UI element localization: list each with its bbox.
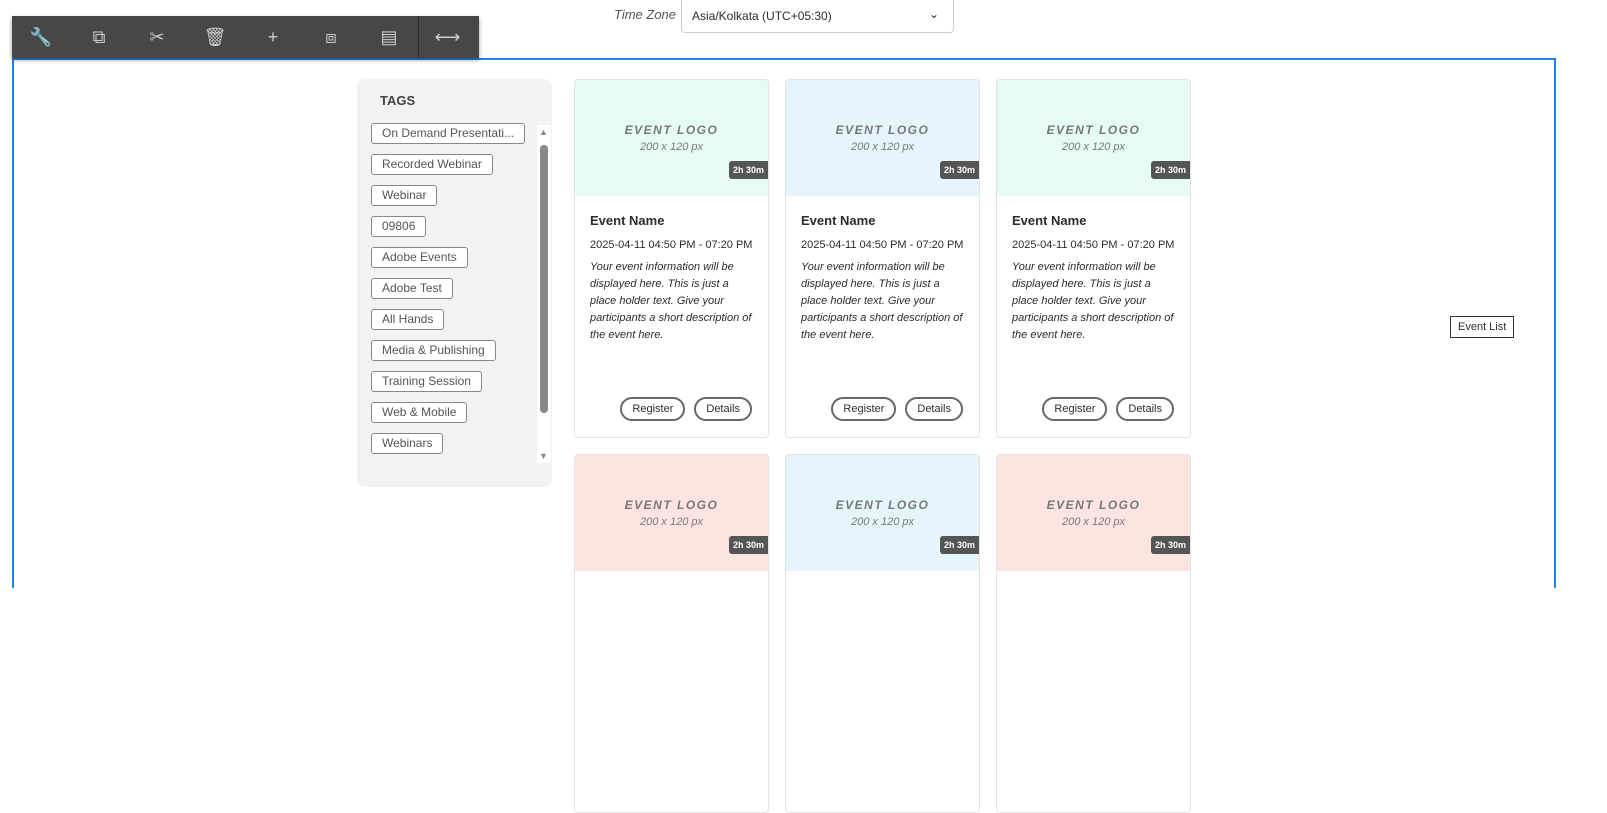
duration-badge: 2h 30m xyxy=(939,536,979,554)
event-card: EVENT LOGO 200 x 120 px 2h 30m Event Name 20… xyxy=(996,79,1191,438)
event-date: 2025-04-11 04:50 PM - 07:20 PM xyxy=(590,239,753,251)
tag-chip[interactable]: Media & Publishing xyxy=(371,340,496,361)
logo-size: 200 x 120 px xyxy=(851,516,914,528)
duration-badge: 2h 30m xyxy=(1150,536,1190,554)
event-card: EVENT LOGO 200 x 120 px 2h 30m xyxy=(574,454,769,813)
component-toolbar: 🔧 ⧉ ✂ 🗑 + ⧈ ▤ ⟷ xyxy=(12,16,479,58)
table-button[interactable]: ▤ xyxy=(360,16,418,58)
duration-badge: 2h 30m xyxy=(1150,161,1190,179)
event-logo-placeholder: EVENT LOGO 200 x 120 px 2h 30m xyxy=(575,80,768,196)
duration-badge: 2h 30m xyxy=(939,161,979,179)
logo-size: 200 x 120 px xyxy=(851,141,914,153)
event-logo-placeholder: EVENT LOGO 200 x 120 px 2h 30m xyxy=(786,455,979,571)
event-description: Your event information will be displayed… xyxy=(801,261,963,341)
chevron-down-icon: ⌄ xyxy=(928,7,939,21)
event-list-component-frame xyxy=(12,58,1556,588)
scissors-button[interactable]: ✂ xyxy=(128,16,186,58)
plus-icon: + xyxy=(267,26,279,47)
event-name: Event Name xyxy=(590,213,665,228)
trash-icon: 🗑 xyxy=(203,26,227,47)
tag-chip[interactable]: On Demand Presentati... xyxy=(371,123,526,144)
event-date: 2025-04-11 04:50 PM - 07:20 PM xyxy=(801,239,964,251)
logo-title: EVENT LOGO xyxy=(1046,498,1141,512)
logo-size: 200 x 120 px xyxy=(1062,141,1125,153)
timezone-value: Asia/Kolkata (UTC+05:30) xyxy=(692,9,832,23)
register-button[interactable]: Register xyxy=(831,397,897,421)
tag-chip[interactable]: Training Session xyxy=(371,371,482,392)
tags-title: TAGS xyxy=(380,93,416,108)
details-button[interactable]: Details xyxy=(694,397,752,421)
logo-title: EVENT LOGO xyxy=(624,498,719,512)
details-button[interactable]: Details xyxy=(905,397,963,421)
logo-title: EVENT LOGO xyxy=(835,498,930,512)
tags-panel: TAGS On Demand Presentati... Recorded Web… xyxy=(357,79,552,487)
tag-chip[interactable]: Webinars xyxy=(371,433,444,454)
timezone-select[interactable]: Asia/Kolkata (UTC+05:30) ⌄ xyxy=(681,0,954,33)
event-card: EVENT LOGO 200 x 120 px 2h 30m xyxy=(996,454,1191,813)
tag-list: On Demand Presentati... Recorded Webinar W… xyxy=(371,123,526,464)
event-card: EVENT LOGO 200 x 120 px 2h 30m Event Name 20… xyxy=(574,79,769,438)
tag-chip[interactable]: Recorded Webinar xyxy=(371,154,493,175)
frame-icon: ⧈ xyxy=(325,26,337,47)
logo-title: EVENT LOGO xyxy=(1046,123,1141,137)
logo-size: 200 x 120 px xyxy=(1062,516,1125,528)
table-icon: ▤ xyxy=(380,26,398,47)
scrollbar-thumb[interactable] xyxy=(540,145,548,413)
scissors-icon: ✂ xyxy=(149,26,165,47)
wrench-icon: 🔧 xyxy=(29,26,53,47)
resize-horizontal-button[interactable]: ⟷ xyxy=(418,16,476,58)
logo-size: 200 x 120 px xyxy=(640,141,703,153)
logo-title: EVENT LOGO xyxy=(624,123,719,137)
event-card: EVENT LOGO 200 x 120 px 2h 30m Event Name 20… xyxy=(785,79,980,438)
frame-button[interactable]: ⧈ xyxy=(302,16,360,58)
tag-chip[interactable]: Adobe Events xyxy=(371,247,468,268)
event-date: 2025-04-11 04:50 PM - 07:20 PM xyxy=(1012,239,1175,251)
wrench-button[interactable]: 🔧 xyxy=(12,16,70,58)
register-button[interactable]: Register xyxy=(1042,397,1108,421)
component-label: Event List xyxy=(1450,316,1515,338)
plus-button[interactable]: + xyxy=(244,16,302,58)
logo-title: EVENT LOGO xyxy=(835,123,930,137)
tag-chip[interactable]: Webinar xyxy=(371,185,438,206)
register-button[interactable]: Register xyxy=(620,397,686,421)
logo-size: 200 x 120 px xyxy=(640,516,703,528)
timezone-label: Time Zone xyxy=(614,7,677,22)
resize-horizontal-icon: ⟷ xyxy=(434,26,461,47)
duration-badge: 2h 30m xyxy=(728,161,768,179)
tag-chip[interactable]: Web & Mobile xyxy=(371,402,468,423)
tag-chip[interactable]: Adobe Test xyxy=(371,278,453,299)
scroll-up-icon[interactable]: ▲ xyxy=(539,127,548,137)
event-name: Event Name xyxy=(1012,213,1087,228)
details-button[interactable]: Details xyxy=(1116,397,1174,421)
event-logo-placeholder: EVENT LOGO 200 x 120 px 2h 30m xyxy=(997,80,1190,196)
event-logo-placeholder: EVENT LOGO 200 x 120 px 2h 30m xyxy=(997,455,1190,571)
event-description: Your event information will be displayed… xyxy=(1012,261,1174,341)
event-description: Your event information will be displayed… xyxy=(590,261,752,341)
trash-button[interactable]: 🗑 xyxy=(186,16,244,58)
tags-scrollbar[interactable]: ▲ ▼ xyxy=(537,125,551,463)
copy-button[interactable]: ⧉ xyxy=(70,16,128,58)
event-logo-placeholder: EVENT LOGO 200 x 120 px 2h 30m xyxy=(575,455,768,571)
event-logo-placeholder: EVENT LOGO 200 x 120 px 2h 30m xyxy=(786,80,979,196)
event-name: Event Name xyxy=(801,213,876,228)
duration-badge: 2h 30m xyxy=(728,536,768,554)
copy-icon: ⧉ xyxy=(92,26,106,47)
scroll-down-icon[interactable]: ▼ xyxy=(539,451,548,461)
tag-chip[interactable]: All Hands xyxy=(371,309,445,330)
tag-chip[interactable]: 09806 xyxy=(371,216,427,237)
event-card: EVENT LOGO 200 x 120 px 2h 30m xyxy=(785,454,980,813)
